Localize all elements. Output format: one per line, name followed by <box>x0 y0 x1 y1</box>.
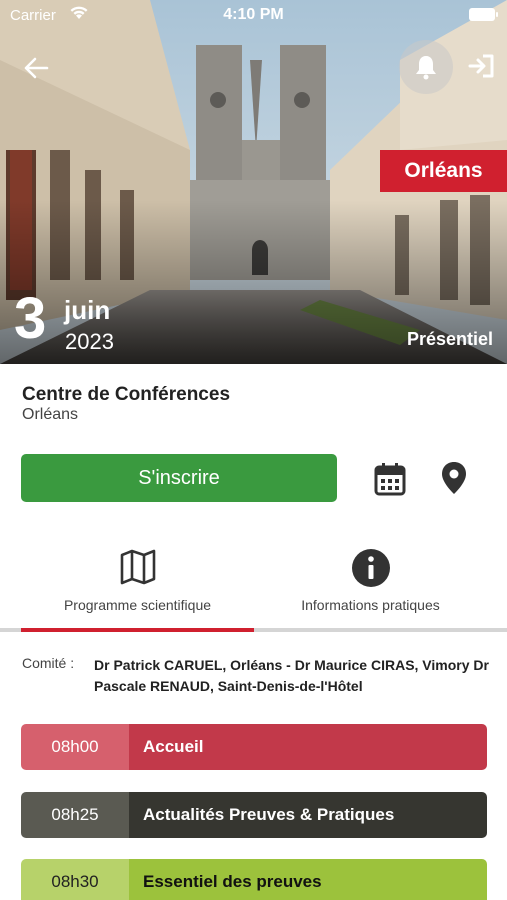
schedule-time: 08h25 <box>21 792 129 838</box>
committee-members: Dr Patrick CARUEL, Orléans - Dr Maurice … <box>94 657 489 694</box>
back-button[interactable] <box>14 46 58 90</box>
clock: 4:10 PM <box>223 6 284 23</box>
event-month: juin <box>64 295 111 325</box>
register-button[interactable]: S'inscrire <box>21 454 337 502</box>
add-to-calendar-button[interactable] <box>368 458 412 500</box>
tab-programme[interactable]: Programme scientifique <box>21 540 254 626</box>
venue-name: Centre de Conférences <box>22 384 231 405</box>
schedule-title: Essentiel des preuves <box>129 859 487 900</box>
map-location-button[interactable] <box>432 456 476 500</box>
status-bar: Carrier 4:10 PM <box>0 0 507 30</box>
active-tab-indicator <box>21 628 254 632</box>
schedule-item[interactable]: 08h30 Essentiel des preuves <box>21 859 487 900</box>
event-day: 3 <box>14 286 47 351</box>
event-year: 2023 <box>65 329 114 354</box>
city-badge: Orléans <box>380 150 507 192</box>
info-icon <box>351 549 390 587</box>
sign-in-icon <box>468 54 494 78</box>
calendar-icon <box>374 463 406 496</box>
bell-icon <box>416 56 436 80</box>
schedule-title: Actualités Preuves & Pratiques <box>129 792 487 838</box>
schedule-time: 08h00 <box>21 724 129 770</box>
schedule-item[interactable]: 08h00 Accueil <box>21 724 487 770</box>
schedule-item[interactable]: 08h25 Actualités Preuves & Pratiques <box>21 792 487 838</box>
attendance-mode: Présentiel <box>406 329 493 349</box>
map-icon <box>120 549 155 585</box>
tab-programme-label: Programme scientifique <box>63 597 212 613</box>
venue-city: Orléans <box>22 406 79 423</box>
hero-banner: Carrier 4:10 PM Orléans 3 juin 2023 Prés… <box>0 0 507 364</box>
schedule-title: Accueil <box>129 724 487 770</box>
committee-label: Comité : <box>22 655 75 671</box>
schedule-time: 08h30 <box>21 859 129 900</box>
location-pin-icon <box>442 462 466 494</box>
login-button[interactable] <box>462 46 502 86</box>
arrow-left-icon <box>24 57 49 79</box>
tab-informations[interactable]: Informations pratiques <box>254 540 487 626</box>
notification-button[interactable] <box>399 40 453 94</box>
tab-informations-label: Informations pratiques <box>301 597 440 613</box>
battery-icon <box>469 8 498 21</box>
